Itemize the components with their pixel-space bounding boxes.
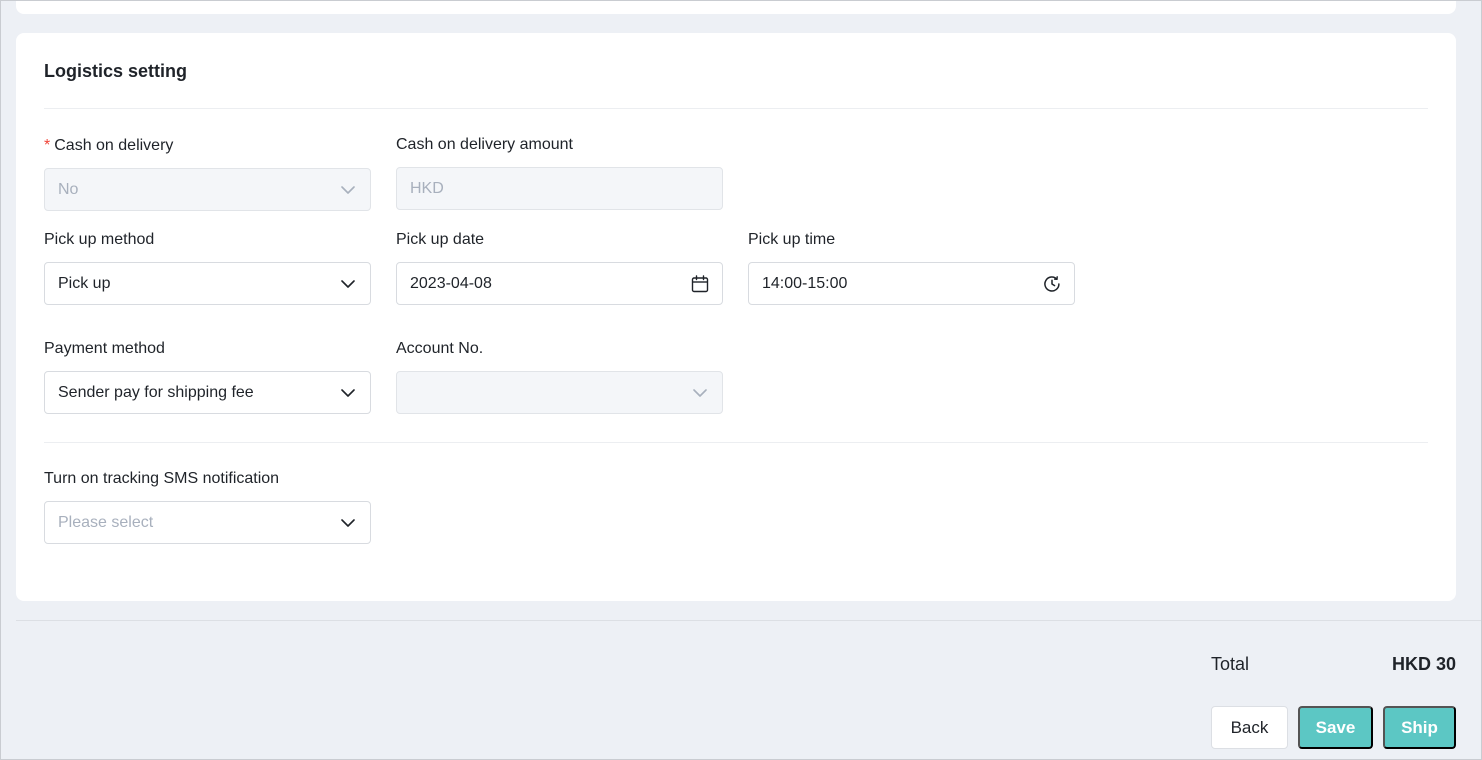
- section-title: Logistics setting: [44, 61, 188, 81]
- pickup-method-label: Pick up method: [44, 231, 155, 248]
- footer-divider: [16, 620, 1482, 621]
- payment-method-label: Payment method: [44, 340, 165, 357]
- cod-amount-input[interactable]: HKD: [396, 167, 723, 210]
- payment-method-select[interactable]: Sender pay for shipping fee: [44, 371, 371, 414]
- pickup-date-label: Pick up date: [396, 231, 485, 248]
- calendar-icon[interactable]: [691, 274, 709, 293]
- back-button[interactable]: Back: [1211, 706, 1288, 749]
- pickup-method-value: Pick up: [58, 274, 111, 292]
- pickup-time-input[interactable]: 14:00-15:00: [748, 262, 1075, 305]
- title-divider: [44, 108, 1428, 109]
- account-no-select[interactable]: [396, 371, 723, 414]
- sms-placeholder: Please select: [58, 513, 154, 531]
- chevron-down-icon: [339, 384, 357, 402]
- cod-label-text: Cash on delivery: [54, 137, 174, 154]
- total-value: HKD 30: [1391, 654, 1456, 674]
- logistics-setting-card: Logistics setting * Cash on delivery No C…: [16, 33, 1456, 601]
- cod-select-value: No: [58, 180, 79, 198]
- save-button[interactable]: Save: [1298, 706, 1373, 749]
- pickup-method-select[interactable]: Pick up: [44, 262, 371, 305]
- pickup-date-value: 2023-04-08: [410, 274, 492, 292]
- required-mark: *: [44, 137, 51, 154]
- chevron-down-icon: [691, 384, 709, 402]
- chevron-down-icon: [339, 514, 357, 532]
- account-no-label: Account No.: [396, 340, 484, 357]
- cod-amount-placeholder: HKD: [410, 179, 444, 197]
- payment-method-value: Sender pay for shipping fee: [58, 383, 254, 401]
- sms-label: Turn on tracking SMS notification: [44, 470, 280, 487]
- pickup-time-value: 14:00-15:00: [762, 274, 848, 292]
- clock-icon[interactable]: [1043, 275, 1061, 293]
- previous-section-card: [16, 0, 1456, 14]
- chevron-down-icon: [339, 275, 357, 293]
- pickup-date-input[interactable]: 2023-04-08: [396, 262, 723, 305]
- pickup-time-label: Pick up time: [748, 231, 836, 248]
- cod-select[interactable]: No: [44, 168, 371, 211]
- cod-label: * Cash on delivery: [44, 137, 173, 155]
- ship-button[interactable]: Ship: [1383, 706, 1456, 749]
- sms-select[interactable]: Please select: [44, 501, 371, 544]
- chevron-down-icon: [339, 181, 357, 199]
- total-label: Total: [1211, 654, 1250, 674]
- cod-amount-label: Cash on delivery amount: [396, 136, 573, 153]
- section-divider: [44, 442, 1428, 443]
